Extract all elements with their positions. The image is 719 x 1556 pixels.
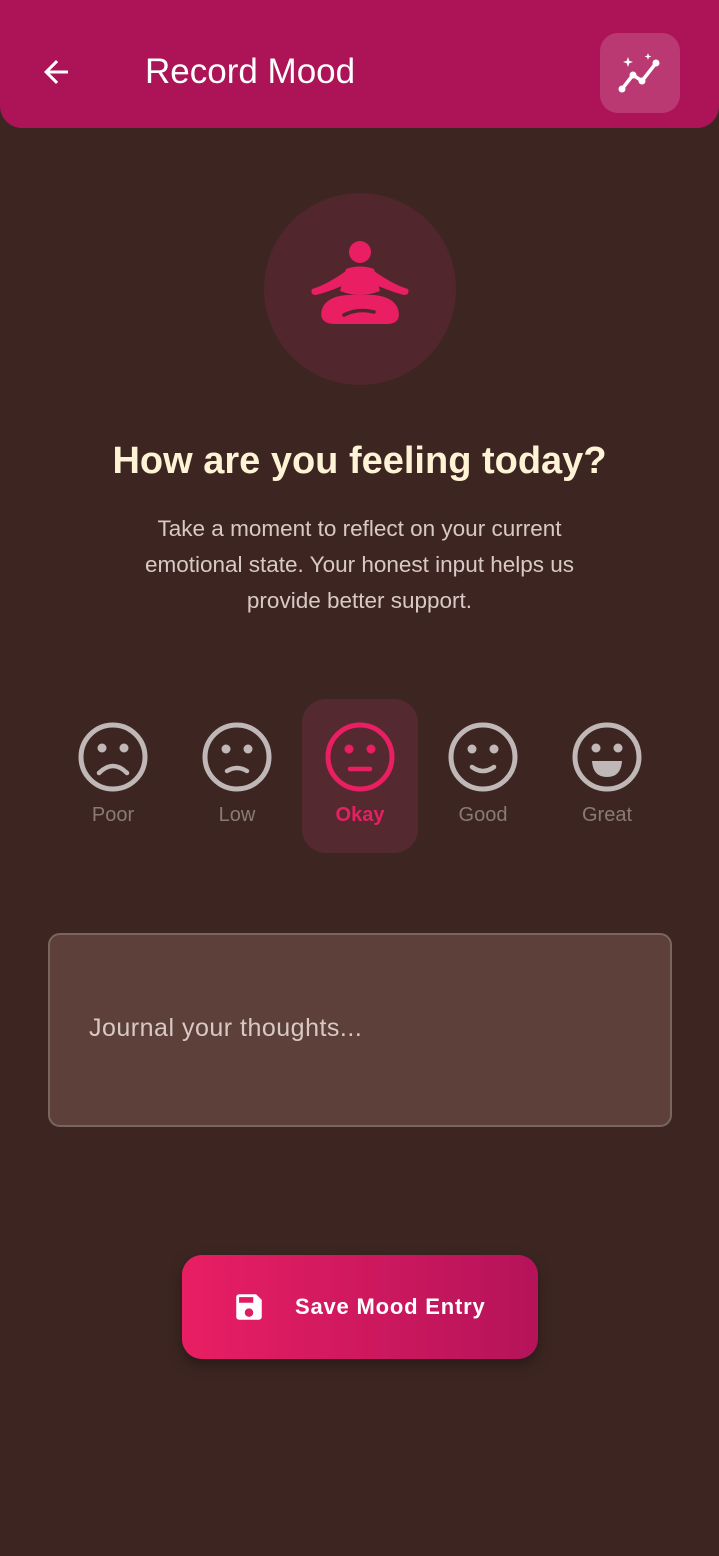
meditation-badge — [264, 193, 456, 385]
arrow-left-icon — [44, 60, 68, 84]
mood-option-good[interactable]: Good — [425, 699, 541, 853]
mood-question-heading: How are you feeling today? — [112, 440, 607, 482]
mood-option-okay[interactable]: Okay — [302, 699, 418, 853]
mood-option-great[interactable]: Great — [549, 699, 665, 853]
save-button-label: Save Mood Entry — [295, 1294, 486, 1319]
save-mood-button[interactable]: Save Mood Entry — [182, 1255, 538, 1359]
mood-label: Poor — [91, 804, 135, 826]
mood-question-subtitle: Take a moment to reflect on your current… — [144, 516, 575, 613]
satisfied-face-icon — [448, 722, 518, 792]
neutral-face-icon — [325, 722, 395, 792]
sad-face-icon — [78, 722, 148, 792]
save-icon — [236, 1294, 262, 1320]
meditation-icon — [311, 241, 409, 324]
journal-placeholder: Journal your thoughts... — [89, 1014, 363, 1042]
insights-button[interactable] — [600, 33, 680, 113]
dissatisfied-face-icon — [202, 722, 272, 792]
mood-label: Low — [218, 804, 256, 826]
mood-label: Okay — [335, 804, 385, 826]
mood-label: Great — [581, 804, 633, 826]
very-satisfied-face-icon — [572, 722, 642, 792]
page-title: Record Mood — [145, 52, 356, 91]
journal-input[interactable]: Journal your thoughts... — [48, 933, 672, 1127]
mood-label: Good — [458, 804, 508, 826]
back-button[interactable] — [28, 44, 84, 100]
mood-option-poor[interactable]: Poor — [55, 699, 171, 853]
mood-selector: Poor Low Okay Good Great — [52, 699, 667, 853]
mood-option-low[interactable]: Low — [179, 699, 295, 853]
app-bar: Record Mood — [0, 0, 719, 128]
insights-icon — [618, 53, 660, 93]
